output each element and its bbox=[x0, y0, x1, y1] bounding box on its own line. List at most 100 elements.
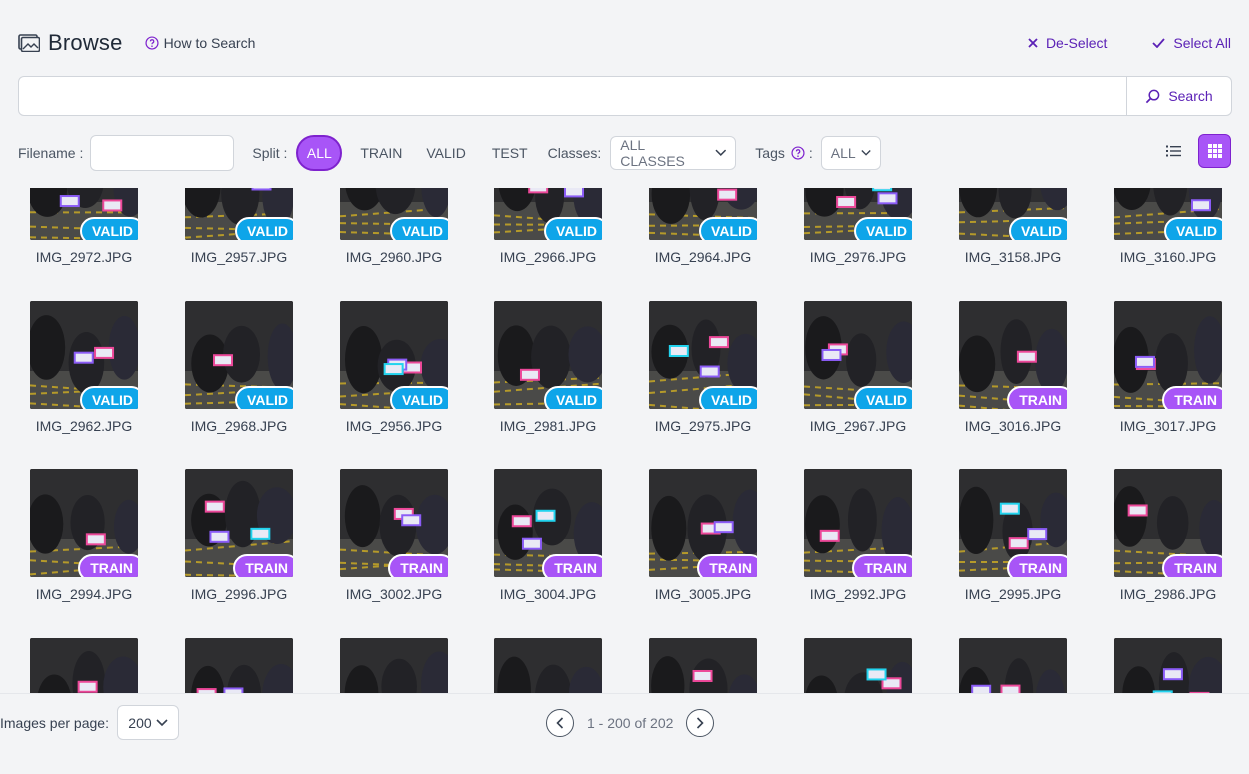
image-thumbnail[interactable]: VALID bbox=[494, 188, 602, 240]
image-card[interactable]: VALID IMG_2967.JPG bbox=[804, 301, 912, 434]
image-thumbnail[interactable]: VALID bbox=[804, 188, 912, 240]
parking-photo-image bbox=[340, 638, 448, 693]
image-thumbnail[interactable] bbox=[185, 638, 293, 693]
next-page-button[interactable] bbox=[686, 709, 715, 737]
split-badge: VALID bbox=[235, 217, 293, 240]
search-button[interactable]: Search bbox=[1126, 77, 1231, 115]
image-card[interactable]: TRAIN IMG_3002.JPG bbox=[340, 469, 448, 602]
image-thumbnail[interactable]: VALID bbox=[185, 301, 293, 409]
deselect-button[interactable]: De-Select bbox=[1028, 35, 1107, 51]
image-card[interactable] bbox=[185, 638, 293, 693]
image-thumbnail[interactable]: TRAIN bbox=[959, 301, 1067, 409]
image-thumbnail[interactable]: VALID bbox=[959, 188, 1067, 240]
image-card[interactable]: VALID IMG_3160.JPG bbox=[1114, 188, 1222, 265]
previous-page-button[interactable] bbox=[546, 709, 574, 737]
image-card[interactable] bbox=[959, 638, 1067, 693]
image-card[interactable]: VALID IMG_2962.JPG bbox=[30, 301, 138, 434]
parking-photo-image bbox=[30, 638, 138, 693]
image-thumbnail[interactable] bbox=[340, 638, 448, 693]
image-card[interactable] bbox=[804, 638, 912, 693]
image-thumbnail[interactable]: VALID bbox=[185, 188, 293, 240]
image-card[interactable]: VALID IMG_2972.JPG bbox=[30, 188, 138, 265]
split-badge: TRAIN bbox=[233, 554, 293, 577]
image-card[interactable]: VALID IMG_2966.JPG bbox=[494, 188, 602, 265]
image-thumbnail[interactable]: TRAIN bbox=[494, 469, 602, 577]
image-thumbnail[interactable]: VALID bbox=[340, 188, 448, 240]
select-all-button[interactable]: Select All bbox=[1152, 35, 1231, 51]
image-thumbnail[interactable]: VALID bbox=[340, 301, 448, 409]
image-thumbnail[interactable]: TRAIN bbox=[185, 469, 293, 577]
per-page-dropdown[interactable]: 200 bbox=[116, 705, 179, 740]
image-card[interactable]: TRAIN IMG_3005.JPG bbox=[649, 469, 757, 602]
image-thumbnail[interactable] bbox=[1114, 638, 1222, 693]
image-thumbnail[interactable]: TRAIN bbox=[959, 469, 1067, 577]
image-thumbnail[interactable]: TRAIN bbox=[340, 469, 448, 577]
split-badge: VALID bbox=[235, 386, 293, 409]
image-filename: IMG_3004.JPG bbox=[499, 586, 597, 602]
split-option-test[interactable]: TEST bbox=[492, 145, 528, 161]
image-thumbnail[interactable] bbox=[30, 638, 138, 693]
image-thumbnail[interactable] bbox=[494, 638, 602, 693]
image-thumbnail[interactable]: TRAIN bbox=[1114, 301, 1222, 409]
image-card[interactable]: TRAIN IMG_3016.JPG bbox=[959, 301, 1067, 434]
image-thumbnail[interactable]: VALID bbox=[494, 301, 602, 409]
image-card[interactable]: VALID IMG_2981.JPG bbox=[494, 301, 602, 434]
image-card[interactable] bbox=[649, 638, 757, 693]
title-wrap: Browse How to Search bbox=[18, 30, 255, 56]
image-card[interactable]: VALID IMG_2957.JPG bbox=[185, 188, 293, 265]
image-card[interactable]: VALID IMG_2975.JPG bbox=[649, 301, 757, 434]
split-badge: TRAIN bbox=[852, 554, 912, 577]
image-card[interactable] bbox=[30, 638, 138, 693]
close-icon bbox=[1028, 38, 1038, 48]
split-badge: VALID bbox=[544, 386, 602, 409]
image-card[interactable]: TRAIN IMG_2996.JPG bbox=[185, 469, 293, 602]
image-card[interactable]: TRAIN IMG_2994.JPG bbox=[30, 469, 138, 602]
image-thumbnail[interactable]: VALID bbox=[649, 188, 757, 240]
image-thumbnail[interactable]: TRAIN bbox=[649, 469, 757, 577]
how-to-search-link[interactable]: How to Search bbox=[144, 35, 255, 51]
image-thumbnail[interactable]: TRAIN bbox=[30, 469, 138, 577]
image-card[interactable]: TRAIN IMG_2995.JPG bbox=[959, 469, 1067, 602]
grid-icon bbox=[1207, 144, 1222, 158]
image-thumbnail[interactable]: VALID bbox=[30, 301, 138, 409]
image-card[interactable]: VALID IMG_2968.JPG bbox=[185, 301, 293, 434]
image-card[interactable] bbox=[340, 638, 448, 693]
image-thumbnail[interactable]: VALID bbox=[649, 301, 757, 409]
image-filename: IMG_2992.JPG bbox=[809, 586, 907, 602]
image-card[interactable] bbox=[1114, 638, 1222, 693]
parking-photo-image bbox=[185, 638, 293, 693]
grid-view-button[interactable] bbox=[1198, 134, 1231, 168]
image-thumbnail[interactable] bbox=[959, 638, 1067, 693]
image-thumbnail[interactable]: TRAIN bbox=[804, 469, 912, 577]
image-card[interactable]: TRAIN IMG_2986.JPG bbox=[1114, 469, 1222, 602]
page-range-text: 1 - 200 of 202 bbox=[587, 715, 674, 731]
image-card[interactable]: VALID IMG_2960.JPG bbox=[340, 188, 448, 265]
image-thumbnail[interactable]: TRAIN bbox=[1114, 469, 1222, 577]
image-card[interactable] bbox=[494, 638, 602, 693]
list-view-button[interactable] bbox=[1156, 134, 1190, 168]
classes-dropdown[interactable]: ALL CLASSES bbox=[610, 136, 737, 170]
chevron-down-icon bbox=[861, 150, 871, 156]
tags-help-icon[interactable] bbox=[791, 146, 805, 160]
image-card[interactable]: TRAIN IMG_2992.JPG bbox=[804, 469, 912, 602]
image-thumbnail[interactable] bbox=[649, 638, 757, 693]
image-card[interactable]: TRAIN IMG_3017.JPG bbox=[1114, 301, 1222, 434]
image-thumbnail[interactable] bbox=[804, 638, 912, 693]
image-card[interactable]: VALID IMG_2976.JPG bbox=[804, 188, 912, 265]
select-all-label: Select All bbox=[1173, 35, 1231, 51]
tags-dropdown[interactable]: ALL bbox=[820, 136, 881, 170]
split-option-all[interactable]: ALL bbox=[296, 135, 343, 171]
split-option-train[interactable]: TRAIN bbox=[360, 145, 402, 161]
split-option-valid[interactable]: VALID bbox=[426, 145, 465, 161]
image-card[interactable]: TRAIN IMG_3004.JPG bbox=[494, 469, 602, 602]
search-input[interactable] bbox=[19, 77, 1126, 115]
list-icon bbox=[1165, 145, 1181, 157]
image-card[interactable]: VALID IMG_2964.JPG bbox=[649, 188, 757, 265]
image-thumbnail[interactable]: VALID bbox=[1114, 188, 1222, 240]
filter-bar: Filename : Split : ALL TRAIN VALID TEST … bbox=[18, 134, 1231, 172]
image-card[interactable]: VALID IMG_2956.JPG bbox=[340, 301, 448, 434]
image-card[interactable]: VALID IMG_3158.JPG bbox=[959, 188, 1067, 265]
filename-input[interactable] bbox=[90, 135, 235, 171]
image-thumbnail[interactable]: VALID bbox=[30, 188, 138, 240]
image-thumbnail[interactable]: VALID bbox=[804, 301, 912, 409]
